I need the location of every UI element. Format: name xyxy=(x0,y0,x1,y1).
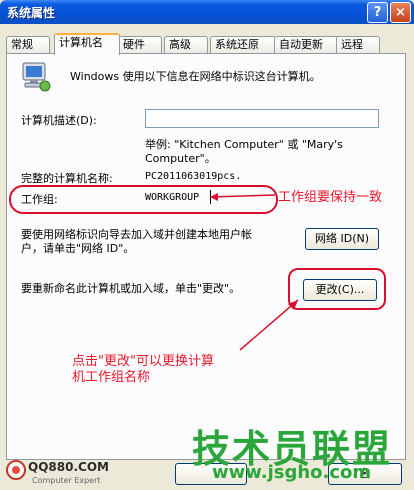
change-note-line2: 机工作组名称 xyxy=(72,370,151,385)
workgroup-arrow-head xyxy=(210,193,218,201)
change-arrow-head xyxy=(288,300,298,310)
qq880-logo-icon xyxy=(6,460,26,480)
workgroup-note: 工作组要保持一致 xyxy=(278,190,383,205)
annotation-arrows xyxy=(209,193,299,351)
system-properties-window: 系统属性 ? × 常规 计算机名 硬件 高级 系统还原 自动更新 远程 Wind… xyxy=(0,0,414,490)
change-arrow-line xyxy=(239,299,299,351)
qq880-subtext: Computer Expert xyxy=(32,476,101,485)
qq880-watermark: QQ880.COM xyxy=(28,460,109,474)
tab-computer-name[interactable]: 计算机名 xyxy=(54,33,120,55)
jsgho-watermark-url: www.jsgho.com xyxy=(212,462,372,483)
workgroup-arrow-line xyxy=(209,194,276,198)
